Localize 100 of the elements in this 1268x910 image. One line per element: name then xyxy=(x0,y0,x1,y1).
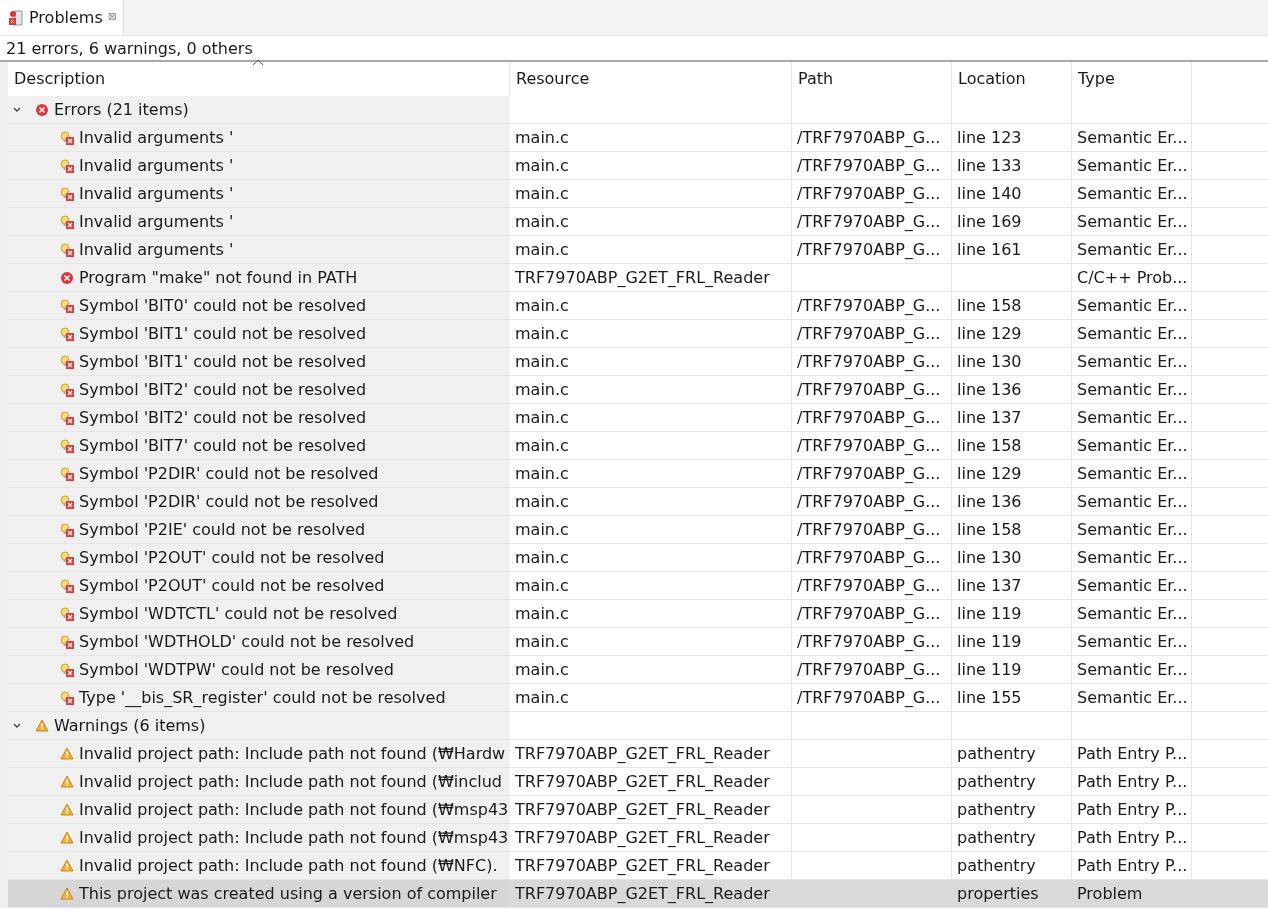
table-cell: main.c xyxy=(515,688,569,707)
lightbulb-error-icon xyxy=(60,214,74,229)
problem-description: Type '__bis_SR_register' could not be resolved xyxy=(79,687,446,710)
group-row[interactable]: Errors (21 items) xyxy=(8,96,1268,124)
table-cell: main.c xyxy=(515,408,569,427)
column-header[interactable]: Type xyxy=(1072,62,1192,96)
table-cell: TRF7970ABP_G2ET_FRL_Reader xyxy=(515,884,770,903)
table-cell: Semantic Er... xyxy=(1077,660,1188,679)
lightbulb-error-icon xyxy=(60,158,74,173)
table-cell: line 169 xyxy=(957,212,1022,231)
problem-row[interactable]: This project was created using a version of compiler TRF7970ABP_G2ET_FRL_Reader properties Problem xyxy=(8,880,1268,908)
problem-row[interactable]: Type '__bis_SR_register' could not be resolved main.c /TRF7970ABP_G... line 155 Semantic Er... xyxy=(8,684,1268,712)
problems-tab[interactable]: Problems ⊠ xyxy=(0,0,124,35)
problem-row[interactable]: Invalid arguments ' main.c /TRF7970ABP_G... line 123 Semantic Er... xyxy=(8,124,1268,152)
problem-row[interactable]: Symbol 'BIT2' could not be resolved main.c /TRF7970ABP_G... line 136 Semantic Er... xyxy=(8,376,1268,404)
table-cell: /TRF7970ABP_G... xyxy=(797,604,941,623)
column-header[interactable]: Location xyxy=(952,62,1072,96)
problem-row[interactable]: Symbol 'BIT7' could not be resolved main.c /TRF7970ABP_G... line 158 Semantic Er... xyxy=(8,432,1268,460)
problem-row[interactable]: Symbol 'BIT1' could not be resolved main.c /TRF7970ABP_G... line 130 Semantic Er... xyxy=(8,348,1268,376)
problem-row[interactable]: Invalid project path: Include path not found (₩Hardw TRF7970ABP_G2ET_FRL_Reader pathentry Path Entry P... xyxy=(8,740,1268,768)
group-label[interactable]: Errors (21 items) xyxy=(54,96,189,123)
column-header[interactable]: Path xyxy=(792,62,952,96)
table-cell: TRF7970ABP_G2ET_FRL_Reader xyxy=(515,856,770,875)
lightbulb-error-icon xyxy=(60,354,74,369)
problem-row[interactable]: Invalid project path: Include path not found (₩msp43 TRF7970ABP_G2ET_FRL_Reader pathentry Path Entry P... xyxy=(8,824,1268,852)
table-cell: Semantic Er... xyxy=(1077,408,1188,427)
problem-description: Invalid project path: Include path not found (₩Hardw xyxy=(79,743,506,765)
problem-row[interactable]: Symbol 'P2DIR' could not be resolved main.c /TRF7970ABP_G... line 136 Semantic Er... xyxy=(8,488,1268,516)
table-cell: line 129 xyxy=(957,324,1022,343)
table-cell: pathentry xyxy=(957,772,1036,791)
problem-description: Symbol 'WDTPW' could not be resolved xyxy=(79,659,394,681)
problem-row[interactable]: Invalid arguments ' main.c /TRF7970ABP_G... line 140 Semantic Er... xyxy=(8,180,1268,208)
table-cell: pathentry xyxy=(957,856,1036,875)
lightbulb-error-icon xyxy=(60,494,74,509)
column-header[interactable]: Resource xyxy=(510,62,792,96)
warning-icon xyxy=(60,858,74,873)
problem-row[interactable]: Symbol 'BIT0' could not be resolved main.c /TRF7970ABP_G... line 158 Semantic Er... xyxy=(8,292,1268,320)
problem-description: Invalid arguments ' xyxy=(79,239,234,261)
problem-row[interactable]: Symbol 'WDTPW' could not be resolved main.c /TRF7970ABP_G... line 119 Semantic Er... xyxy=(8,656,1268,684)
table-cell: /TRF7970ABP_G... xyxy=(797,128,941,147)
table-cell: Semantic Er... xyxy=(1077,380,1188,399)
problem-row[interactable]: Invalid arguments ' main.c /TRF7970ABP_G... line 133 Semantic Er... xyxy=(8,152,1268,180)
table-cell: C/C++ Prob... xyxy=(1077,268,1188,287)
column-header[interactable]: Description xyxy=(8,62,510,96)
table-cell: line 119 xyxy=(957,604,1022,623)
problem-row[interactable]: Invalid project path: Include path not found (₩msp43 TRF7970ABP_G2ET_FRL_Reader pathentry Path Entry P... xyxy=(8,796,1268,824)
problem-description: Symbol 'P2DIR' could not be resolved xyxy=(79,463,379,485)
problem-row[interactable]: Symbol 'P2OUT' could not be resolved main.c /TRF7970ABP_G... line 137 Semantic Er... xyxy=(8,572,1268,600)
close-icon[interactable]: ⊠ xyxy=(107,9,117,26)
table-cell: TRF7970ABP_G2ET_FRL_Reader xyxy=(515,828,770,847)
problem-row[interactable]: Symbol 'WDTCTL' could not be resolved main.c /TRF7970ABP_G... line 119 Semantic Er... xyxy=(8,600,1268,628)
problem-description: Invalid arguments ' xyxy=(79,183,234,205)
lightbulb-error-icon xyxy=(60,382,74,397)
problem-row[interactable]: Invalid arguments ' main.c /TRF7970ABP_G... line 169 Semantic Er... xyxy=(8,208,1268,236)
table-cell: main.c xyxy=(515,352,569,371)
table-cell: line 130 xyxy=(957,352,1022,371)
problem-row[interactable]: Symbol 'P2DIR' could not be resolved main.c /TRF7970ABP_G... line 129 Semantic Er... xyxy=(8,460,1268,488)
warning-icon xyxy=(35,718,49,733)
table-cell: pathentry xyxy=(957,800,1036,819)
lightbulb-error-icon xyxy=(60,550,74,565)
lightbulb-error-icon xyxy=(60,186,74,201)
problem-row[interactable]: Symbol 'WDTHOLD' could not be resolved main.c /TRF7970ABP_G... line 119 Semantic Er... xyxy=(8,628,1268,656)
problems-view-icon xyxy=(8,8,24,27)
problem-description: Invalid project path: Include path not found (₩msp43 xyxy=(79,799,509,821)
lightbulb-error-icon xyxy=(60,634,74,649)
table-cell: /TRF7970ABP_G... xyxy=(797,324,941,343)
table-cell: line 123 xyxy=(957,128,1022,147)
table-cell: Semantic Er... xyxy=(1077,464,1188,483)
problem-description: Invalid project path: Include path not found (₩msp43 xyxy=(79,827,509,849)
lightbulb-error-icon xyxy=(60,438,74,453)
group-label[interactable]: Warnings (6 items) xyxy=(54,712,206,739)
table-cell: main.c xyxy=(515,296,569,315)
table-cell: line 119 xyxy=(957,632,1022,651)
problem-row[interactable]: Symbol 'BIT1' could not be resolved main.c /TRF7970ABP_G... line 129 Semantic Er... xyxy=(8,320,1268,348)
sort-icon[interactable] xyxy=(252,58,264,66)
group-row[interactable]: Warnings (6 items) xyxy=(8,712,1268,740)
problem-description: Symbol 'BIT7' could not be resolved xyxy=(79,435,367,457)
problem-row[interactable]: Symbol 'P2OUT' could not be resolved main.c /TRF7970ABP_G... line 130 Semantic Er... xyxy=(8,544,1268,572)
table-cell: /TRF7970ABP_G... xyxy=(797,408,941,427)
table-cell: TRF7970ABP_G2ET_FRL_Reader xyxy=(515,772,770,791)
table-cell: pathentry xyxy=(957,744,1036,763)
lightbulb-error-icon xyxy=(60,578,74,593)
problem-description: Symbol 'BIT0' could not be resolved xyxy=(79,295,367,317)
table-cell: /TRF7970ABP_G... xyxy=(797,688,941,707)
problem-row[interactable]: Invalid project path: Include path not found (₩NFC). TRF7970ABP_G2ET_FRL_Reader pathentry Path Entry P... xyxy=(8,852,1268,880)
table-cell: line 130 xyxy=(957,548,1022,567)
problem-row[interactable]: Symbol 'BIT2' could not be resolved main.c /TRF7970ABP_G... line 137 Semantic Er... xyxy=(8,404,1268,432)
table-cell: Semantic Er... xyxy=(1077,240,1188,259)
lightbulb-error-icon xyxy=(60,662,74,677)
table-cell: TRF7970ABP_G2ET_FRL_Reader xyxy=(515,268,770,287)
problem-row[interactable]: Symbol 'P2IE' could not be resolved main.c /TRF7970ABP_G... line 158 Semantic Er... xyxy=(8,516,1268,544)
lightbulb-error-icon xyxy=(60,298,74,313)
problem-row[interactable]: Invalid project path: Include path not found (₩includ TRF7970ABP_G2ET_FRL_Reader pathentry Path Entry P... xyxy=(8,768,1268,796)
table-cell: main.c xyxy=(515,576,569,595)
table-cell: /TRF7970ABP_G... xyxy=(797,660,941,679)
problem-row[interactable]: Invalid arguments ' main.c /TRF7970ABP_G... line 161 Semantic Er... xyxy=(8,236,1268,264)
problem-row[interactable]: Program "make" not found in PATH TRF7970ABP_G2ET_FRL_Reader C/C++ Prob... xyxy=(8,264,1268,292)
table-cell: Semantic Er... xyxy=(1077,436,1188,455)
table-cell: Path Entry P... xyxy=(1077,800,1188,819)
table-cell: TRF7970ABP_G2ET_FRL_Reader xyxy=(515,744,770,763)
